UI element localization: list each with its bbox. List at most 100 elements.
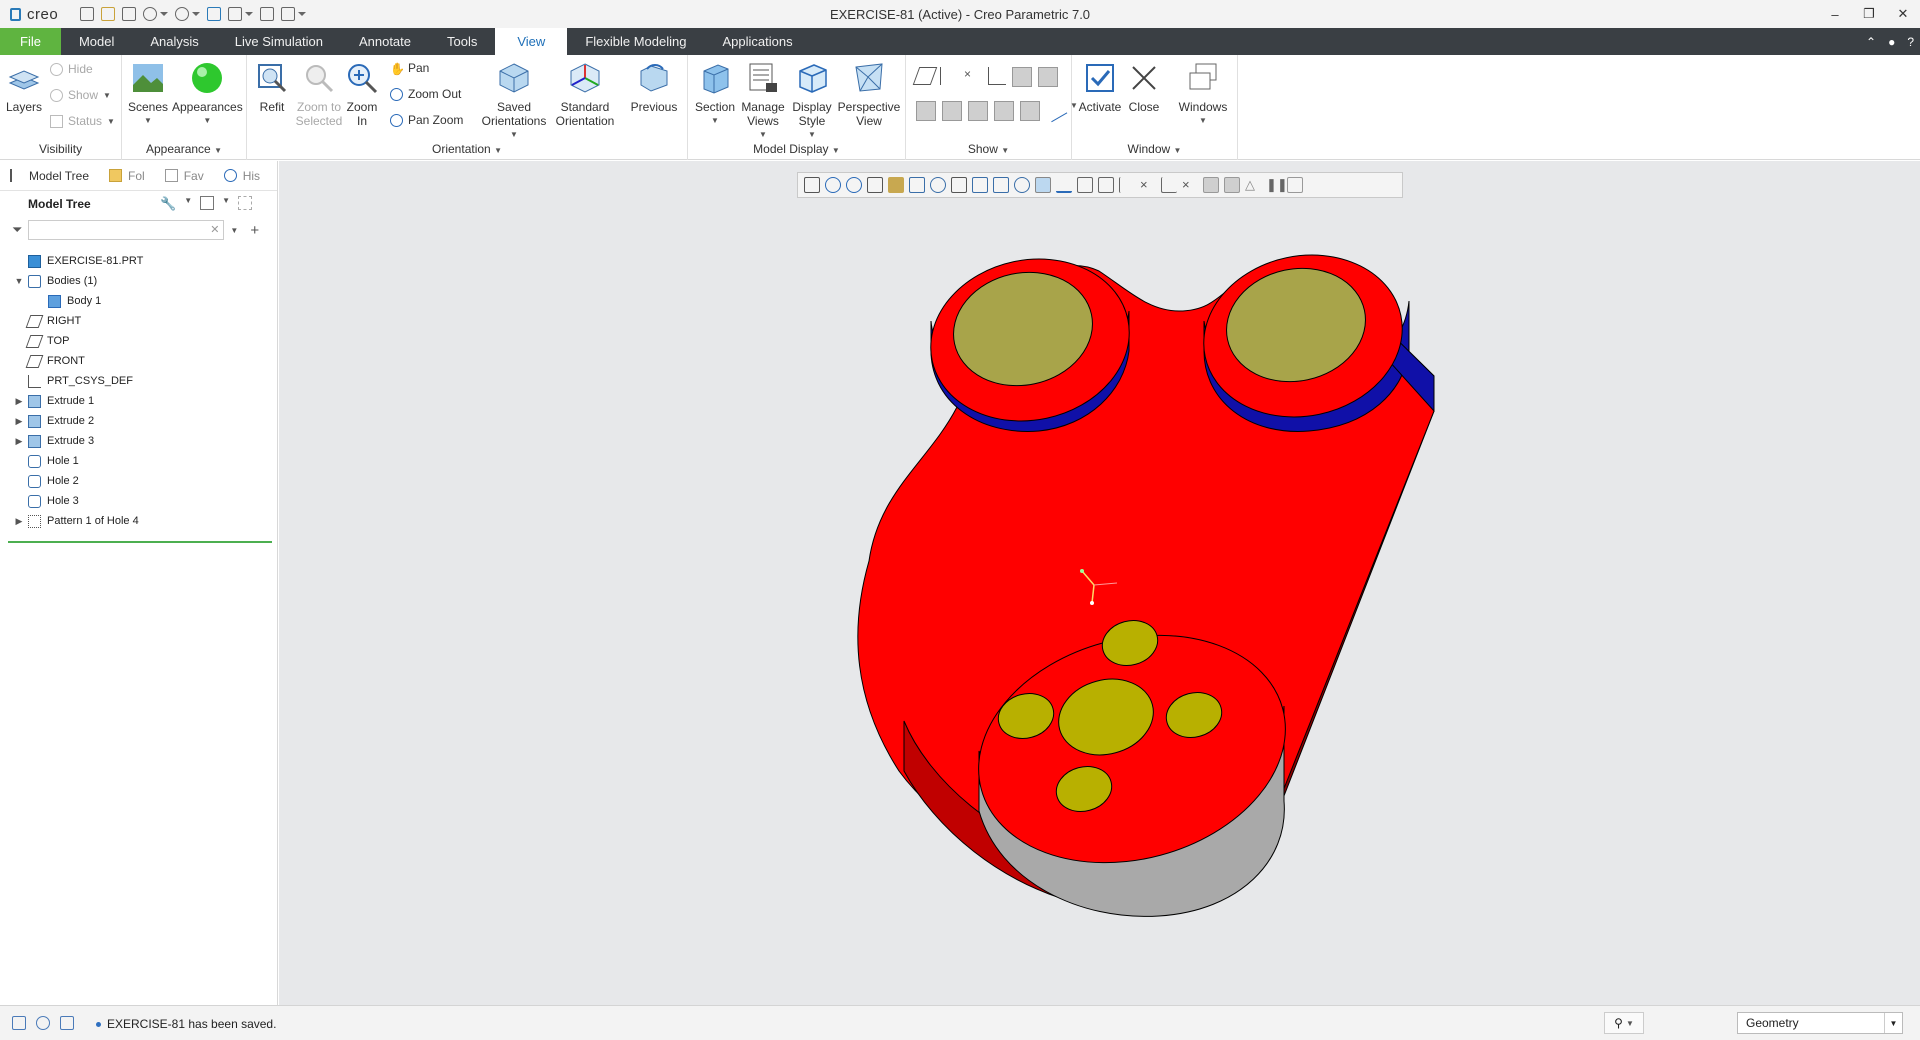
display-style-button[interactable]: Display Style ▼ — [790, 61, 834, 142]
windows-dropdown-icon[interactable] — [245, 12, 254, 16]
tab-file[interactable]: File — [0, 28, 61, 55]
tree-node[interactable]: Hole 2 — [0, 471, 277, 491]
tab-favorites[interactable]: Fav — [155, 161, 214, 191]
toggle-browser-icon[interactable] — [36, 1016, 50, 1030]
close-window-icon[interactable] — [281, 7, 296, 21]
tab-applications[interactable]: Applications — [704, 28, 810, 55]
appearances-button[interactable]: Appearances ▼ — [172, 61, 243, 128]
add-icon[interactable]: + — [250, 222, 259, 239]
point-display-icon[interactable]: × — [964, 67, 982, 85]
manage-views-button[interactable]: Manage Views ▼ — [740, 61, 786, 142]
tree-node[interactable]: ▶ Extrude 3 — [0, 431, 277, 451]
undo-icon[interactable] — [143, 7, 158, 21]
previous-button[interactable]: Previous — [629, 61, 679, 114]
redo-icon[interactable] — [175, 7, 190, 21]
refit-button[interactable]: Refit — [255, 61, 289, 114]
full-screen-icon[interactable] — [60, 1016, 74, 1030]
minimize-button[interactable]: – — [1818, 0, 1852, 28]
saved-orientations-button[interactable]: Saved Orientations ▼ — [479, 61, 549, 142]
point-tag-display-icon[interactable] — [942, 101, 962, 121]
window-group-label[interactable]: Window ▼ — [1072, 142, 1237, 156]
section-button[interactable]: Section ▼ — [694, 61, 736, 128]
tree-node[interactable]: Body 1 — [0, 291, 277, 311]
tab-folder-browser[interactable]: Fol — [99, 161, 155, 191]
insert-indicator[interactable] — [8, 541, 272, 543]
expand-toggle-icon[interactable]: ▶ — [14, 416, 24, 427]
curve-display-icon[interactable] — [1042, 97, 1068, 123]
csys-display-icon[interactable] — [988, 67, 1006, 85]
new-file-icon[interactable] — [80, 7, 95, 21]
status-button[interactable]: Status ▼ — [50, 114, 115, 128]
restore-button[interactable]: ❐ — [1852, 0, 1886, 28]
windows-button[interactable]: Windows ▼ — [1176, 61, 1230, 128]
open-file-icon[interactable] — [101, 7, 116, 21]
annotation-display-icon[interactable] — [916, 101, 936, 121]
show-group-label[interactable]: Show ▼ — [906, 142, 1071, 156]
tab-annotate[interactable]: Annotate — [341, 28, 429, 55]
expand-toggle-icon[interactable]: ▶ — [14, 396, 24, 407]
tab-model-tree[interactable]: Model Tree — [0, 161, 99, 191]
hide-button[interactable]: Hide — [50, 62, 93, 76]
tree-node[interactable]: ▶ Extrude 2 — [0, 411, 277, 431]
plane-display-icon[interactable] — [912, 67, 938, 85]
layers-button[interactable]: Layers — [6, 61, 42, 114]
tree-node[interactable]: TOP — [0, 331, 277, 351]
tree-node[interactable]: Hole 3 — [0, 491, 277, 511]
pan-button[interactable]: ✋ Pan — [390, 61, 429, 76]
toggle-navigator-icon[interactable] — [12, 1016, 26, 1030]
tree-node[interactable]: ▶ Pattern 1 of Hole 4 — [0, 511, 277, 531]
zoom-out-button[interactable]: Zoom Out — [390, 87, 461, 101]
tab-live-simulation[interactable]: Live Simulation — [217, 28, 341, 55]
tab-flexible-modeling[interactable]: Flexible Modeling — [567, 28, 704, 55]
zoom-to-selected-button[interactable]: Zoom to Selected — [293, 61, 345, 128]
expand-toggle-icon[interactable]: ▼ — [14, 276, 24, 286]
settings-icon[interactable] — [200, 196, 215, 210]
customize-qat-icon[interactable] — [298, 12, 307, 16]
tree-node[interactable]: EXERCISE-81.PRT — [0, 251, 277, 271]
expand-toggle-icon[interactable]: ▶ — [14, 436, 24, 447]
tree-node[interactable]: RIGHT — [0, 311, 277, 331]
tab-tools[interactable]: Tools — [429, 28, 495, 55]
tab-analysis[interactable]: Analysis — [132, 28, 216, 55]
show-button[interactable]: Show ▼ — [50, 88, 111, 102]
undo-dropdown-icon[interactable] — [160, 12, 169, 16]
expand-toggle-icon[interactable]: ▶ — [14, 516, 24, 527]
part-model[interactable] — [279, 161, 1920, 1005]
tree-filters-icon[interactable]: 🔧 — [160, 196, 176, 212]
orientation-group-label[interactable]: Orientation ▼ — [247, 142, 687, 156]
tree-node[interactable]: PRT_CSYS_DEF — [0, 371, 277, 391]
search-input[interactable]: ✕ — [28, 220, 225, 240]
settings-dropdown[interactable]: ▼ — [222, 196, 230, 212]
perspective-view-button[interactable]: Perspective View — [838, 61, 900, 128]
filter-icon[interactable]: ⏷ — [12, 222, 22, 238]
search-dropdown[interactable]: ▼ — [230, 226, 238, 235]
plane-tag-display-icon[interactable] — [1012, 67, 1032, 87]
model-display-group-label[interactable]: Model Display ▼ — [688, 142, 905, 156]
save-icon[interactable] — [122, 7, 137, 21]
axis-tag-display-icon[interactable] — [1038, 67, 1058, 87]
3d-notes-display-icon[interactable] — [1020, 101, 1040, 121]
tree-node[interactable]: FRONT — [0, 351, 277, 371]
tree-filters-dropdown[interactable]: ▼ — [184, 196, 192, 212]
search-commands-icon[interactable]: ● — [1888, 35, 1895, 49]
zoom-in-button[interactable]: Zoom In — [347, 61, 377, 128]
find-button[interactable]: ⚲ ▼ — [1604, 1012, 1644, 1034]
minimize-ribbon-icon[interactable]: ⌃ — [1866, 35, 1876, 49]
clear-search-icon[interactable]: ✕ — [210, 223, 219, 236]
close-button[interactable]: ✕ — [1886, 0, 1920, 28]
tree-node[interactable]: ▶ Extrude 1 — [0, 391, 277, 411]
standard-orientation-button[interactable]: Standard Orientation — [552, 61, 618, 128]
tab-history[interactable]: His — [214, 161, 270, 191]
tab-view[interactable]: View — [495, 28, 568, 55]
spin-center-display-icon[interactable] — [994, 101, 1014, 121]
help-icon[interactable]: ? — [1907, 35, 1914, 49]
pan-zoom-button[interactable]: Pan Zoom — [390, 113, 463, 127]
tree-node[interactable]: Hole 1 — [0, 451, 277, 471]
windows-icon[interactable] — [228, 7, 243, 21]
switch-windows-icon[interactable] — [260, 7, 275, 21]
csys-tag-display-icon[interactable] — [968, 101, 988, 121]
tab-model[interactable]: Model — [61, 28, 132, 55]
redo-dropdown-icon[interactable] — [192, 12, 201, 16]
show-columns-icon[interactable] — [238, 196, 253, 210]
graphics-window[interactable]: × × △ ❚❚ — [279, 161, 1920, 1005]
